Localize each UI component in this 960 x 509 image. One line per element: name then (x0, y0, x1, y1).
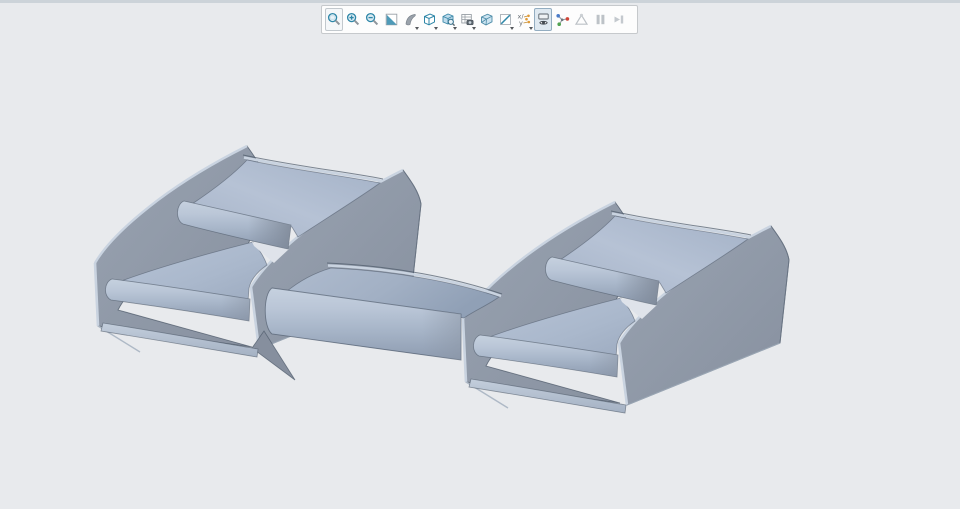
toolbar-button-saved-views[interactable] (439, 8, 457, 31)
dropdown-caret-icon[interactable] (453, 27, 457, 30)
toolbar-button-spin-center[interactable] (553, 8, 571, 31)
repaint-icon (384, 12, 399, 27)
view-manager-icon (460, 12, 475, 27)
toolbar-button-annotation-display[interactable]: x/y (515, 8, 533, 31)
viewport[interactable] (0, 0, 960, 509)
pause-icon (593, 12, 608, 27)
dropdown-caret-icon[interactable] (529, 27, 533, 30)
datum-display-icon (498, 12, 513, 27)
zoom-out-icon (365, 12, 380, 27)
toolbar-button-datum-display[interactable] (496, 8, 514, 31)
annotation-display-icon: x/y (517, 12, 532, 27)
display-style-icon (422, 12, 437, 27)
spin-center-icon (555, 12, 570, 27)
application-window: x/y (0, 0, 960, 509)
zoom-in-icon (346, 12, 361, 27)
perspective-icon (479, 12, 494, 27)
toolbar-button-repaint[interactable] (382, 8, 400, 31)
toolbar-button-pause[interactable] (591, 8, 609, 31)
saved-views-icon (441, 12, 456, 27)
graphics-display-icon (536, 12, 551, 27)
toolbar-button-graphics-display[interactable] (534, 8, 552, 31)
dropdown-caret-icon[interactable] (434, 27, 438, 30)
dropdown-caret-icon[interactable] (510, 27, 514, 30)
toolbar-button-resume[interactable] (610, 8, 628, 31)
geometry-check-icon (574, 12, 589, 27)
refit-icon (327, 12, 342, 27)
graphics-toolbar: x/y (321, 5, 638, 34)
toolbar-button-shading-style[interactable] (401, 8, 419, 31)
toolbar-button-display-style[interactable] (420, 8, 438, 31)
shading-style-icon (403, 12, 418, 27)
toolbar-button-view-manager[interactable] (458, 8, 476, 31)
svg-text:y: y (519, 19, 523, 27)
wing-assembly-model[interactable] (0, 0, 960, 509)
toolbar-button-geometry-check[interactable] (572, 8, 590, 31)
toolbar-button-refit[interactable] (325, 8, 343, 31)
toolbar-button-zoom-out[interactable] (363, 8, 381, 31)
dropdown-caret-icon[interactable] (472, 27, 476, 30)
resume-icon (612, 12, 627, 27)
toolbar-button-perspective[interactable] (477, 8, 495, 31)
dropdown-caret-icon[interactable] (415, 27, 419, 30)
toolbar-button-zoom-in[interactable] (344, 8, 362, 31)
